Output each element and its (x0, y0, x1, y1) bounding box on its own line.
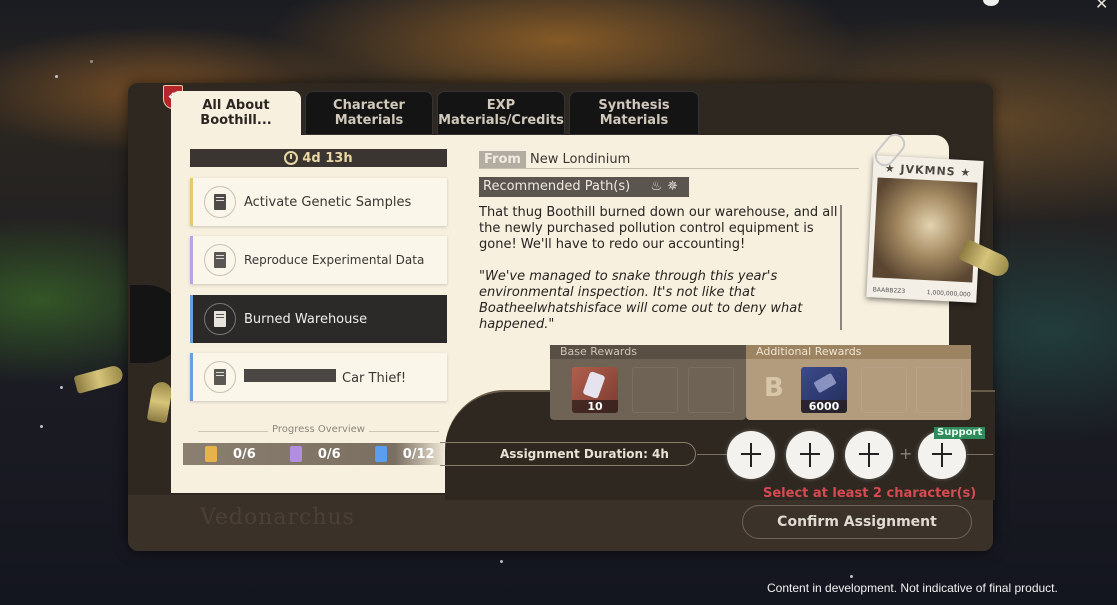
mission-accent-bar (190, 178, 193, 226)
document-icon (374, 446, 387, 462)
wanted-poster: ★ JVKMNS ★ BAABB2Z3 1,000,000,000 (866, 155, 984, 303)
tab-label: Synthesis (598, 98, 670, 113)
additional-rewards-label: Additional Rewards (756, 345, 862, 358)
item-quantity: 10 (572, 400, 618, 413)
mission-accent-bar (190, 295, 193, 343)
redacted-text (244, 368, 336, 382)
tab-label: Materials/Credits (438, 113, 564, 128)
document-icon (204, 244, 236, 276)
genetic-sample-icon (204, 186, 236, 218)
mission-item-burned-warehouse[interactable]: Burned Warehouse (190, 295, 447, 343)
crystal-item[interactable]: 10 (572, 367, 618, 413)
exp-material-item[interactable]: 6000 (801, 367, 847, 413)
background-star (55, 75, 58, 78)
mission-label: Reproduce Experimental Data (244, 253, 425, 267)
event-timer: 4d 13h (190, 149, 447, 167)
progress-overview: 0/6 0/6 0/12 (183, 443, 448, 465)
progress-value: 0/6 (233, 446, 256, 462)
connector-line (967, 454, 993, 455)
add-character-slot-3[interactable] (845, 431, 893, 479)
empty-reward-slot (916, 367, 962, 413)
recommended-label: Recommended Path(s) (483, 179, 631, 194)
mission-item-activate-genetic-samples[interactable]: Activate Genetic Samples (190, 178, 447, 226)
tab-label: Character (333, 98, 405, 113)
tab-all-about-boothill[interactable]: All About Boothill... (171, 91, 301, 135)
progress-value: 0/12 (402, 446, 435, 462)
additional-rewards: Additional Rewards B 6000 (746, 345, 971, 420)
document-icon (204, 303, 236, 335)
close-icon[interactable]: ✕ (1095, 0, 1108, 13)
poster-bounty: 1,000,000,000 (926, 289, 971, 299)
mission-label: Activate Genetic Samples (244, 194, 412, 210)
destruction-path-icon[interactable]: ✵ (667, 179, 683, 194)
background-star (850, 575, 853, 578)
base-rewards: Base Rewards 10 (550, 345, 746, 420)
selection-warning: Select at least 2 character(s) (763, 486, 977, 501)
mission-quote: "We've managed to snake through this yea… (479, 269, 803, 332)
mission-item-reproduce-experimental-data[interactable]: Reproduce Experimental Data (190, 236, 447, 284)
development-disclaimer: Content in development. Not indicative o… (767, 581, 1058, 595)
tab-character-materials[interactable]: Character Materials (305, 91, 433, 135)
empty-reward-slot (861, 367, 907, 413)
mission-accent-bar (190, 236, 193, 284)
bullet-decoration (73, 364, 125, 394)
genetic-sample-icon (205, 446, 217, 462)
add-character-slot-2[interactable] (786, 431, 834, 479)
watermark-text: Vedonarchus (200, 505, 355, 530)
tab-label: All About (202, 98, 270, 113)
add-character-slot-1[interactable] (727, 431, 775, 479)
clock-icon (284, 151, 299, 165)
from-value: New Londinium (530, 152, 631, 167)
base-rewards-label: Base Rewards (560, 345, 637, 358)
timer-value: 4d 13h (302, 150, 353, 166)
description-scrollbar[interactable] (840, 205, 842, 330)
background-star (90, 60, 93, 63)
progress-item: 0/6 (205, 446, 256, 462)
poster-code: BAABB2Z3 (872, 286, 906, 296)
tab-label: Materials (334, 113, 404, 128)
mission-accent-bar (190, 353, 193, 401)
recommended-paths: Recommended Path(s) ♨✵ (479, 177, 689, 197)
category-tabs: All About Boothill... Character Materials … (171, 91, 699, 135)
mission-label: Burned Warehouse (244, 311, 368, 327)
from-label: From (479, 151, 526, 168)
progress-value: 0/6 (317, 446, 341, 462)
boothill-portrait (872, 177, 978, 283)
tab-synthesis-materials[interactable]: Synthesis Materials (569, 91, 699, 135)
background-star (60, 386, 63, 389)
support-badge: Support (934, 427, 986, 439)
top-status-icon (983, 0, 999, 6)
background-star (40, 425, 43, 428)
mission-item-car-thief[interactable]: Car Thief! (190, 353, 447, 401)
empty-reward-slot (632, 367, 678, 413)
item-quantity: 6000 (801, 400, 847, 413)
background-star (500, 560, 503, 563)
mission-label: Car Thief! (342, 370, 407, 386)
tab-label: Boothill... (200, 113, 272, 128)
tab-label: Materials (599, 113, 669, 128)
assignment-duration[interactable]: Assignment Duration: 4h (440, 442, 696, 466)
connector-line (697, 454, 727, 455)
experimental-data-icon (289, 446, 302, 462)
mission-description: That thug Boothill burned down our wareh… (479, 205, 838, 252)
tab-label: EXP (486, 98, 516, 113)
abundance-path-icon[interactable]: ♨ (650, 179, 667, 194)
plus-icon: + (899, 444, 913, 463)
document-icon (204, 361, 236, 393)
progress-item: 0/6 (289, 446, 341, 462)
progress-item: 0/12 (374, 446, 435, 462)
origin-row: From New Londinium (479, 151, 859, 169)
tab-exp-materials-credits[interactable]: EXP Materials/Credits (437, 91, 565, 135)
progress-overview-title: Progress Overview (190, 424, 447, 435)
empty-reward-slot (688, 367, 734, 413)
reward-grade: B (764, 373, 784, 403)
confirm-assignment-button[interactable]: Confirm Assignment (742, 505, 972, 539)
